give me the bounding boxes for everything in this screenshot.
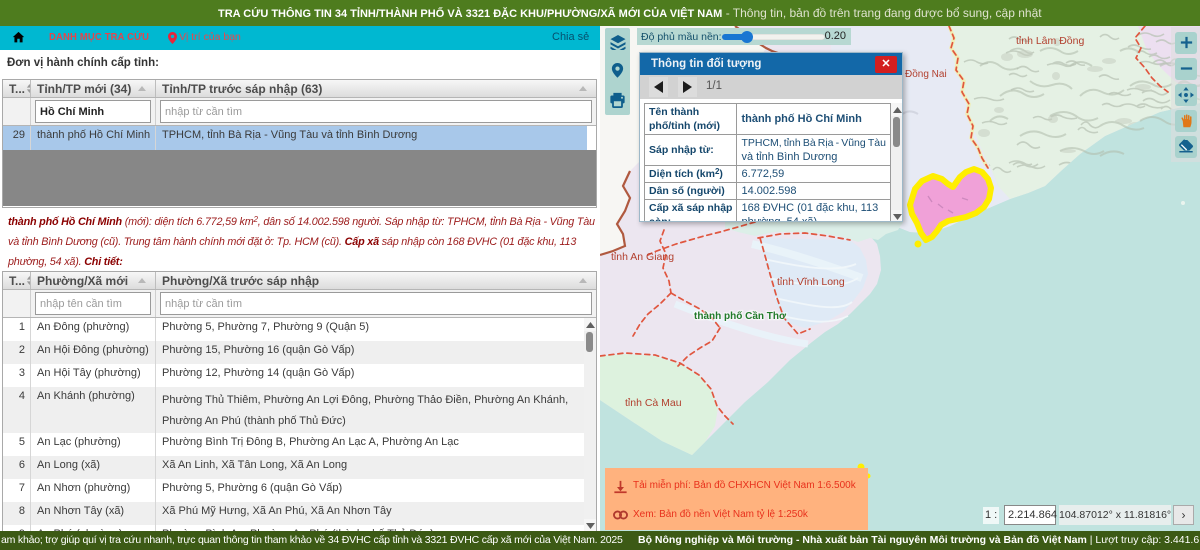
svg-text:tỉnh An Giang: tỉnh An Giang (611, 251, 674, 263)
svg-text:Đồng Nai: Đồng Nai (905, 68, 947, 80)
svg-text:tỉnh Cà Mau: tỉnh Cà Mau (625, 397, 682, 409)
svg-text:thành phố Cần Thơ: thành phố Cần Thơ (694, 310, 787, 322)
svg-text:tỉnh Lâm Đồng: tỉnh Lâm Đồng (1016, 35, 1084, 47)
svg-text:tỉnh Vĩnh Long: tỉnh Vĩnh Long (777, 276, 845, 288)
